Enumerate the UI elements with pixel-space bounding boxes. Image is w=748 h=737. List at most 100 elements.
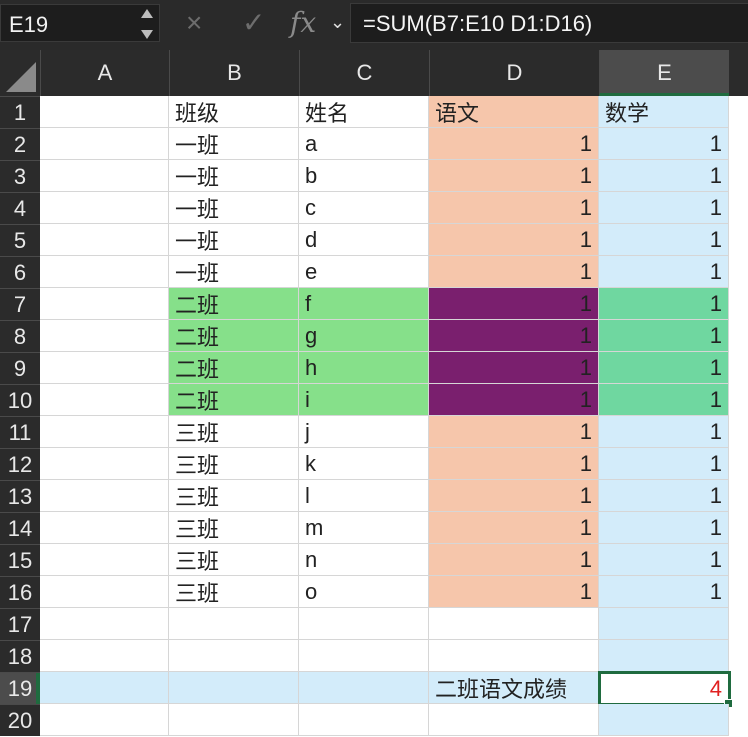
- cell-b15[interactable]: 三班: [169, 544, 299, 576]
- active-cell-e19[interactable]: 4: [598, 671, 731, 706]
- cell-a9[interactable]: [40, 352, 169, 384]
- cell-e16[interactable]: 1: [599, 576, 729, 608]
- cell-e6[interactable]: 1: [599, 256, 729, 288]
- cell-a19[interactable]: [40, 672, 169, 704]
- cell-e9[interactable]: 1: [599, 352, 729, 384]
- row-header-6[interactable]: 6: [0, 256, 40, 288]
- name-box[interactable]: E19: [0, 4, 160, 42]
- cell-d3[interactable]: 1: [429, 160, 599, 192]
- cell-c4[interactable]: c: [299, 192, 429, 224]
- cell-a12[interactable]: [40, 448, 169, 480]
- cell-a18[interactable]: [40, 640, 169, 672]
- cell-b6[interactable]: 一班: [169, 256, 299, 288]
- cell-e7[interactable]: 1: [599, 288, 729, 320]
- row-header-9[interactable]: 9: [0, 352, 40, 384]
- cell-a1[interactable]: [40, 96, 169, 128]
- select-all-button[interactable]: [0, 50, 40, 96]
- cell-d16[interactable]: 1: [429, 576, 599, 608]
- cell-e20[interactable]: [599, 704, 729, 736]
- cell-a16[interactable]: [40, 576, 169, 608]
- column-header-e[interactable]: E: [599, 50, 729, 96]
- cell-a5[interactable]: [40, 224, 169, 256]
- cell-a11[interactable]: [40, 416, 169, 448]
- confirm-icon[interactable]: ✓: [242, 6, 265, 40]
- cell-a6[interactable]: [40, 256, 169, 288]
- cell-a20[interactable]: [40, 704, 169, 736]
- cell-c12[interactable]: k: [299, 448, 429, 480]
- row-header-1[interactable]: 1: [0, 96, 40, 128]
- cell-b5[interactable]: 一班: [169, 224, 299, 256]
- cell-b12[interactable]: 三班: [169, 448, 299, 480]
- cell-d2[interactable]: 1: [429, 128, 599, 160]
- row-header-5[interactable]: 5: [0, 224, 40, 256]
- cell-e10[interactable]: 1: [599, 384, 729, 416]
- cell-c20[interactable]: [299, 704, 429, 736]
- cell-b4[interactable]: 一班: [169, 192, 299, 224]
- cell-d1[interactable]: 语文: [429, 96, 599, 128]
- cell-a17[interactable]: [40, 608, 169, 640]
- cell-b17[interactable]: [169, 608, 299, 640]
- cell-c16[interactable]: o: [299, 576, 429, 608]
- cell-b13[interactable]: 三班: [169, 480, 299, 512]
- cell-b2[interactable]: 一班: [169, 128, 299, 160]
- row-header-3[interactable]: 3: [0, 160, 40, 192]
- cell-d13[interactable]: 1: [429, 480, 599, 512]
- cell-e4[interactable]: 1: [599, 192, 729, 224]
- cell-d5[interactable]: 1: [429, 224, 599, 256]
- chevron-down-icon[interactable]: ⌄: [330, 10, 345, 34]
- row-header-17[interactable]: 17: [0, 608, 40, 640]
- cell-c2[interactable]: a: [299, 128, 429, 160]
- cell-d14[interactable]: 1: [429, 512, 599, 544]
- insert-function-button[interactable]: fx: [290, 4, 316, 42]
- cell-a3[interactable]: [40, 160, 169, 192]
- cell-d7[interactable]: 1: [429, 288, 599, 320]
- cell-d12[interactable]: 1: [429, 448, 599, 480]
- row-header-20[interactable]: 20: [0, 704, 40, 736]
- cell-c11[interactable]: j: [299, 416, 429, 448]
- cell-b7[interactable]: 二班: [169, 288, 299, 320]
- name-box-stepper[interactable]: [139, 7, 155, 41]
- cell-b20[interactable]: [169, 704, 299, 736]
- cell-d15[interactable]: 1: [429, 544, 599, 576]
- cell-c17[interactable]: [299, 608, 429, 640]
- cell-e8[interactable]: 1: [599, 320, 729, 352]
- column-header-b[interactable]: B: [169, 50, 299, 96]
- cell-c8[interactable]: g: [299, 320, 429, 352]
- cell-c5[interactable]: d: [299, 224, 429, 256]
- row-header-14[interactable]: 14: [0, 512, 40, 544]
- column-header-c[interactable]: C: [299, 50, 429, 96]
- cell-b11[interactable]: 三班: [169, 416, 299, 448]
- cell-b1[interactable]: 班级: [169, 96, 299, 128]
- row-header-12[interactable]: 12: [0, 448, 40, 480]
- cell-e3[interactable]: 1: [599, 160, 729, 192]
- column-header-d[interactable]: D: [429, 50, 599, 96]
- cell-a4[interactable]: [40, 192, 169, 224]
- cell-a13[interactable]: [40, 480, 169, 512]
- cell-d6[interactable]: 1: [429, 256, 599, 288]
- cell-e5[interactable]: 1: [599, 224, 729, 256]
- cell-d19[interactable]: 二班语文成绩: [429, 672, 599, 704]
- cell-e1[interactable]: 数学: [599, 96, 729, 128]
- row-header-2[interactable]: 2: [0, 128, 40, 160]
- cell-d20[interactable]: [429, 704, 599, 736]
- cell-d18[interactable]: [429, 640, 599, 672]
- cell-c19[interactable]: [299, 672, 429, 704]
- cell-a8[interactable]: [40, 320, 169, 352]
- cell-a14[interactable]: [40, 512, 169, 544]
- cell-e15[interactable]: 1: [599, 544, 729, 576]
- cell-c15[interactable]: n: [299, 544, 429, 576]
- cell-c13[interactable]: l: [299, 480, 429, 512]
- cell-e13[interactable]: 1: [599, 480, 729, 512]
- row-header-13[interactable]: 13: [0, 480, 40, 512]
- cell-e2[interactable]: 1: [599, 128, 729, 160]
- column-header-a[interactable]: A: [40, 50, 169, 96]
- row-header-10[interactable]: 10: [0, 384, 40, 416]
- row-header-7[interactable]: 7: [0, 288, 40, 320]
- cell-d8[interactable]: 1: [429, 320, 599, 352]
- cell-a7[interactable]: [40, 288, 169, 320]
- cell-b18[interactable]: [169, 640, 299, 672]
- cell-e14[interactable]: 1: [599, 512, 729, 544]
- cell-a10[interactable]: [40, 384, 169, 416]
- row-header-16[interactable]: 16: [0, 576, 40, 608]
- cell-c7[interactable]: f: [299, 288, 429, 320]
